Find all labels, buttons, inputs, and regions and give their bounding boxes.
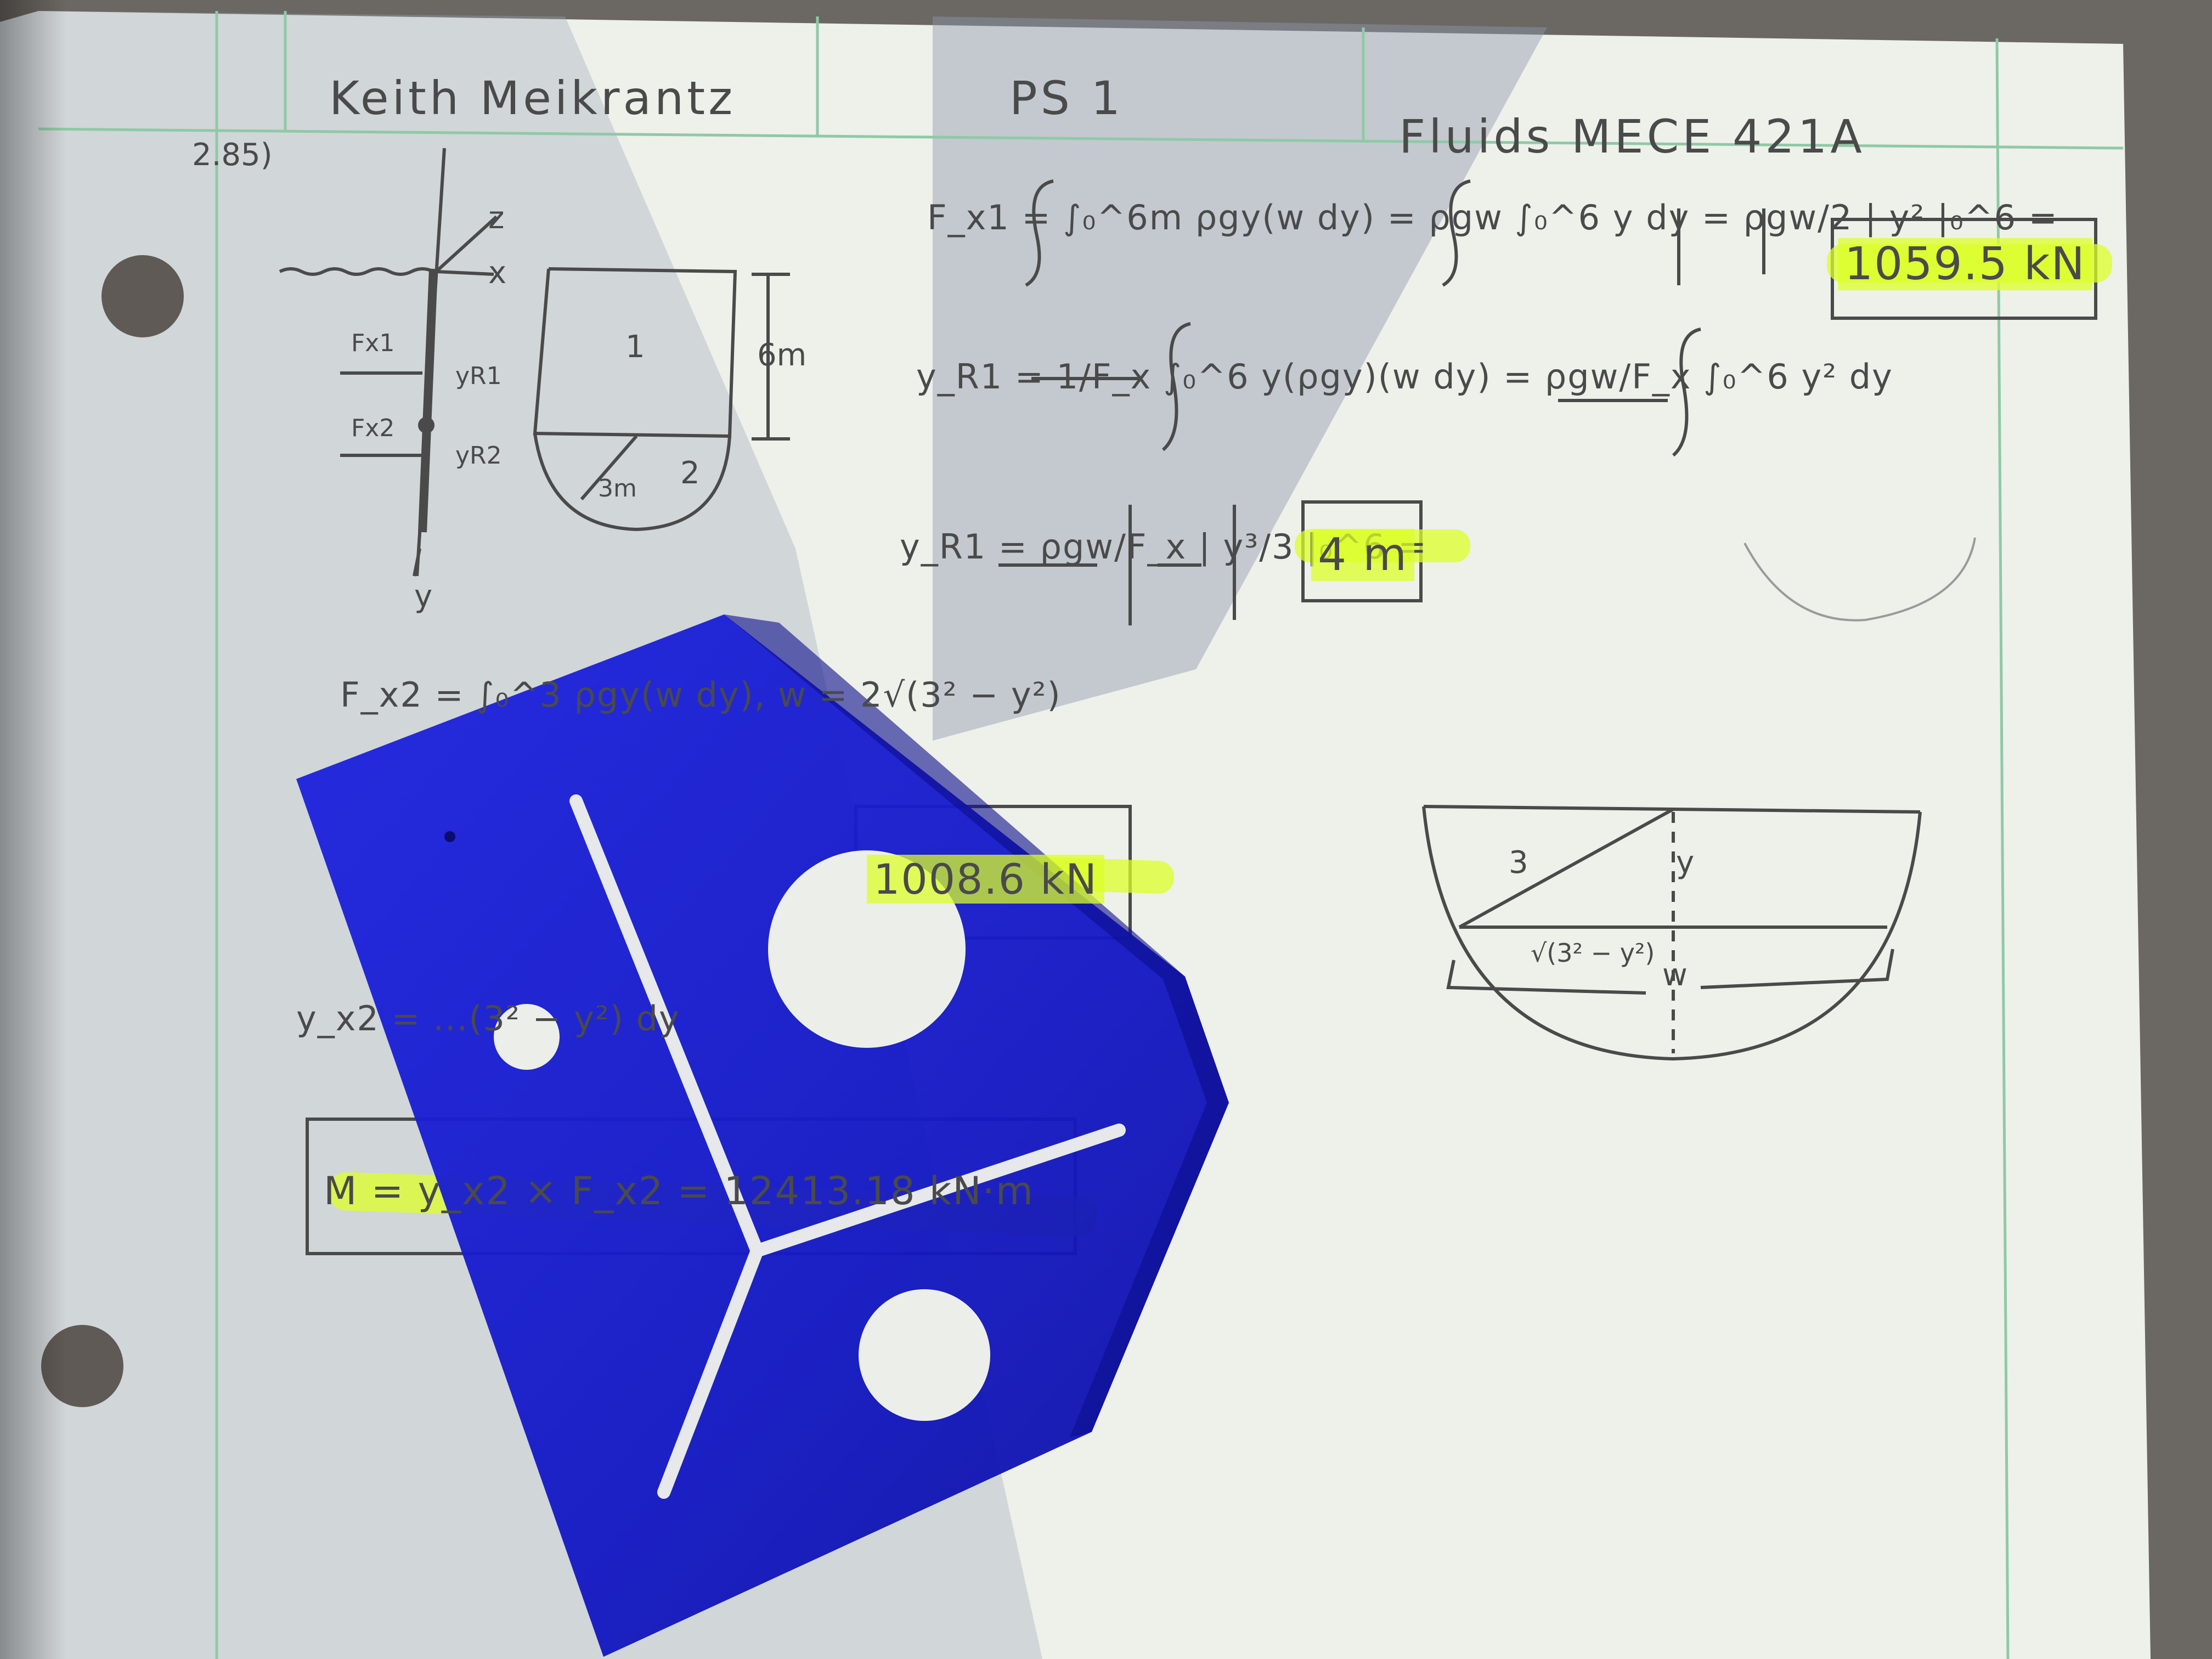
assignment-label: PS 1 <box>1009 71 1124 125</box>
equation-yr1: y_R1 = 1/F_x ∫₀^6 y(ρgy)(w dy) = ρgw/F_x… <box>916 357 1893 397</box>
equation-yx2: y_x2 = ...(3² − y²) dy <box>296 998 680 1039</box>
fx2-result-text: 1008.6 kN <box>867 855 1104 904</box>
label-fx2: Fx2 <box>351 414 395 442</box>
fx1-result-text: 1059.5 kN <box>1838 238 2092 290</box>
equation-fx2: F_x2 = ∫₀^3 ρgy(w dy), w = 2√(3² − y²) <box>340 675 1062 715</box>
equation-fx1-result: 1059.5 kN <box>1838 230 2092 292</box>
label-x: x <box>488 255 507 291</box>
course-label: Fluids MECE 421A <box>1399 110 1865 163</box>
problem-number: 2.85) <box>192 137 273 173</box>
label-height: 6m <box>757 337 807 373</box>
label-y: y <box>414 579 433 614</box>
edge-shade <box>0 0 66 1659</box>
label-fx1: Fx1 <box>351 329 395 357</box>
student-name: Keith Meikrantz <box>329 71 736 125</box>
label-region-1: 1 <box>625 329 645 365</box>
label-yr2: yR2 <box>455 442 502 470</box>
label-region-2: 2 <box>680 455 700 491</box>
equation-fx2-result: 1008.6 kN <box>867 845 1104 906</box>
semi-label-w: w <box>1662 957 1688 993</box>
binder-hole-top <box>101 255 184 337</box>
label-radius: 3m <box>598 475 637 503</box>
equation-moment: M = y_x2 × F_x2 = 12413.18 kN·m <box>324 1169 1035 1214</box>
yr1-result-text: 4 m <box>1311 529 1415 581</box>
label-z: z <box>488 200 505 236</box>
label-yr1: yR1 <box>455 362 502 390</box>
semi-label-y: y <box>1676 845 1695 881</box>
semi-label-r: 3 <box>1509 845 1528 881</box>
equation-yr1-result: 4 m <box>1311 521 1415 583</box>
semi-label-sqrt: √(3² − y²) <box>1531 938 1655 968</box>
